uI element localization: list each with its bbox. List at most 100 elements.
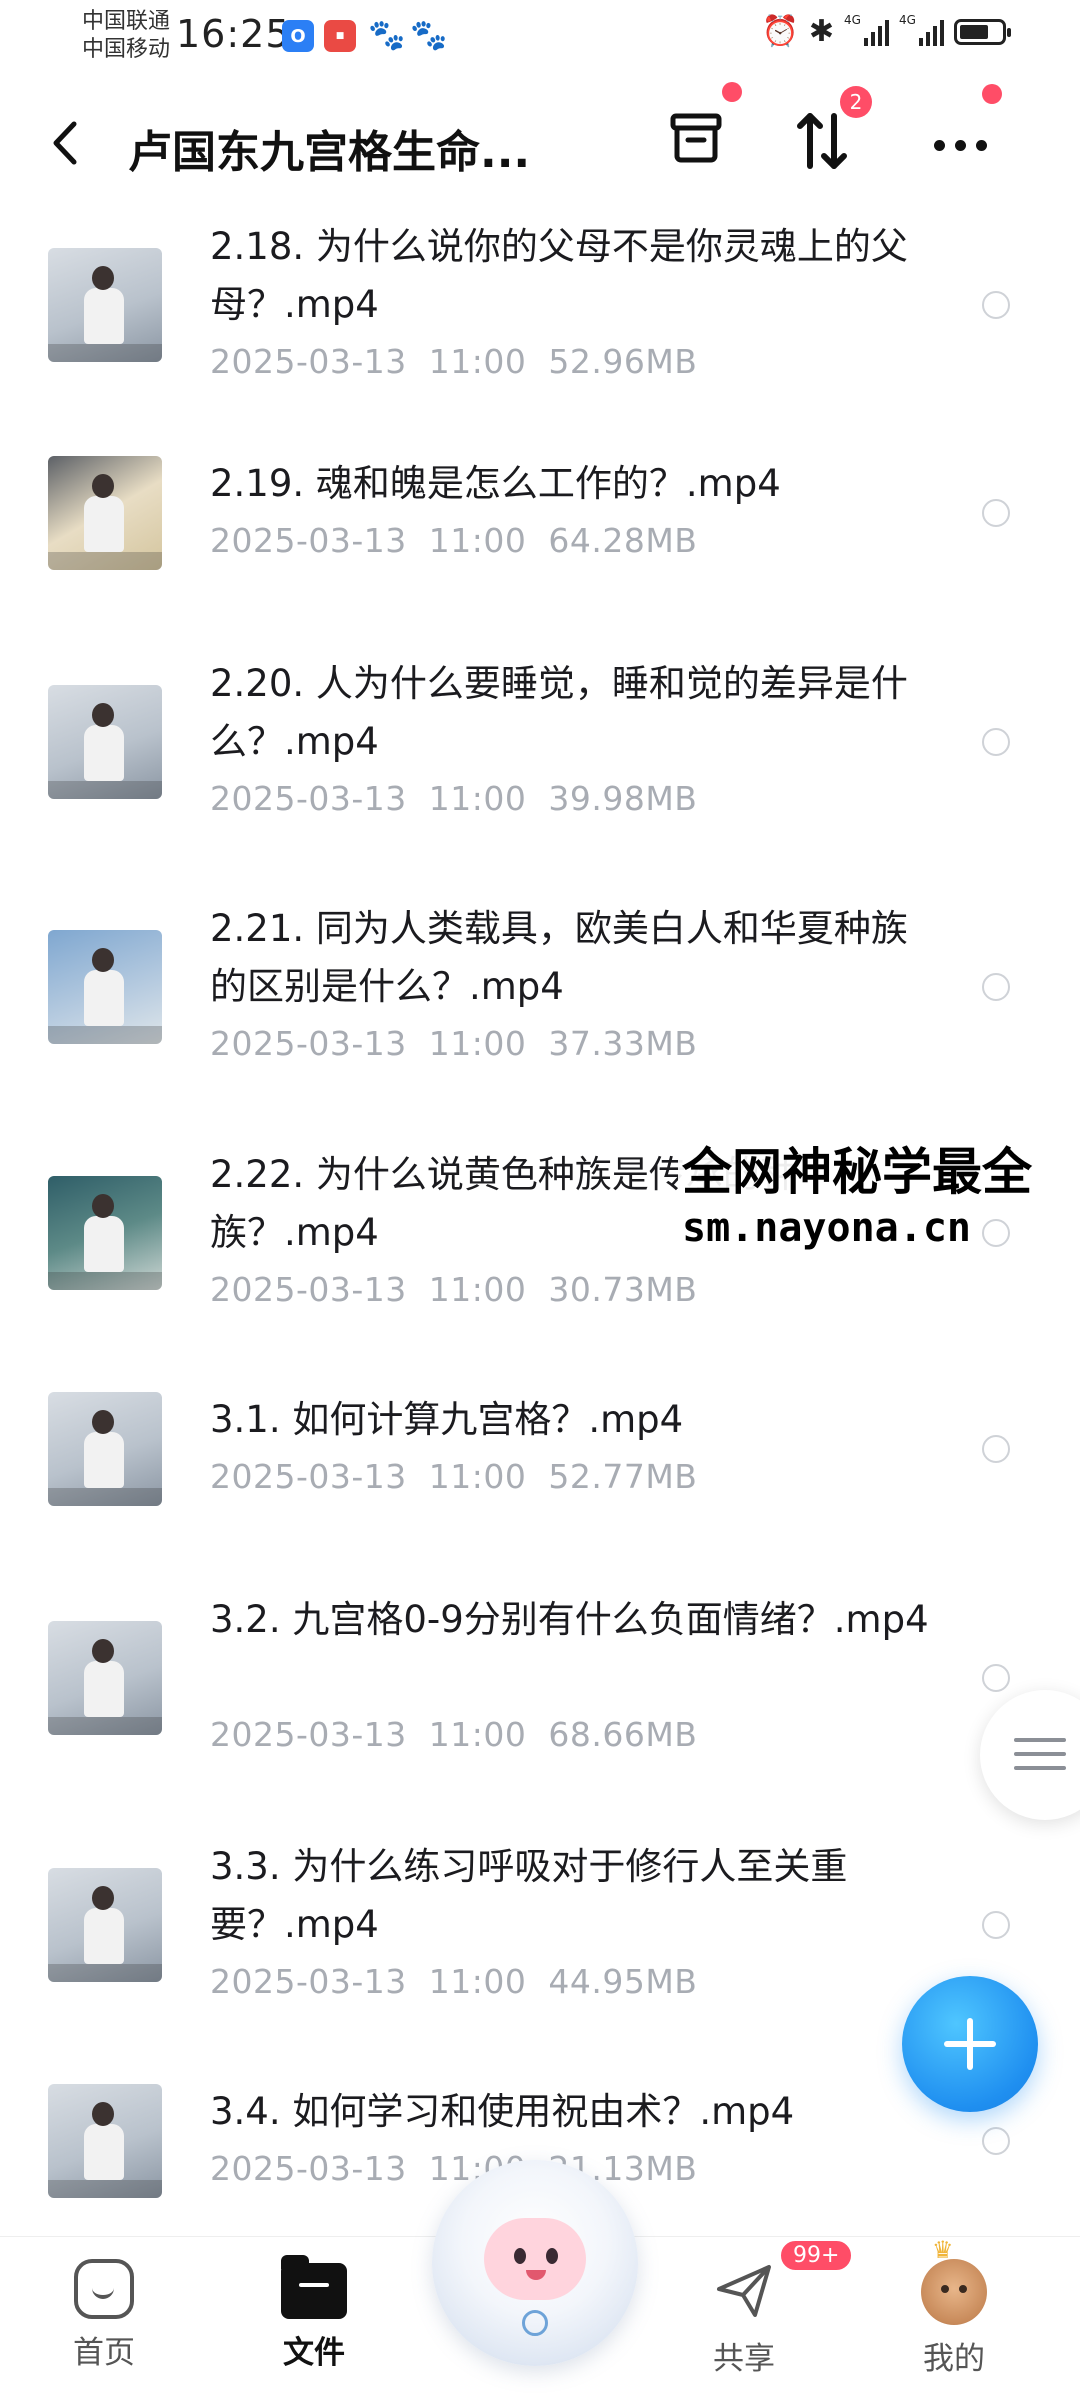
file-meta: 2025-03-13 11:00 30.73MB: [210, 1270, 697, 1309]
select-radio[interactable]: [982, 2127, 1010, 2155]
file-date: 2025-03-13: [210, 1270, 407, 1309]
paper-plane-icon: [717, 2265, 771, 2317]
baidu-paw-icon: 🐾: [368, 18, 406, 53]
file-time: 11:00: [428, 1270, 527, 1309]
bluetooth-icon: ✱: [808, 14, 834, 49]
nav-mine[interactable]: 我的: [884, 2259, 1024, 2378]
file-size: 52.77MB: [548, 1457, 698, 1496]
file-name: 2.19. 魂和魄是怎么工作的？.mp4: [210, 462, 781, 505]
file-size: 30.73MB: [548, 1270, 698, 1309]
page-title: 卢国东九宫格生命...: [128, 127, 531, 178]
archive-box-icon: [670, 113, 722, 163]
file-time: 11:00: [428, 1715, 527, 1754]
select-radio[interactable]: [982, 728, 1010, 756]
video-thumbnail: [48, 456, 162, 570]
file-date: 2025-03-13: [210, 2149, 407, 2188]
nav-home-label: 首页: [73, 2335, 135, 2371]
video-thumbnail: [48, 930, 162, 1044]
nav-share[interactable]: 共享: [674, 2259, 814, 2378]
select-radio[interactable]: [982, 1664, 1010, 1692]
file-time: 11:00: [428, 1024, 527, 1063]
file-name: 3.1. 如何计算九宫格？.mp4: [210, 1398, 684, 1441]
video-thumbnail: [48, 1621, 162, 1735]
assistant-mascot-button[interactable]: [432, 2160, 638, 2366]
signal-icon: 4G: [899, 14, 944, 46]
file-size: 64.28MB: [548, 521, 698, 560]
file-size: 44.95MB: [548, 1962, 698, 2001]
file-date: 2025-03-13: [210, 1457, 407, 1496]
notification-app-icon: ■: [324, 20, 356, 52]
more-dots-icon: [934, 140, 945, 151]
baidu-paw-icon: 🐾: [410, 18, 448, 53]
signal-icon: 4G: [844, 14, 889, 46]
crown-icon: ♛: [932, 2236, 954, 2264]
file-size: 39.98MB: [548, 779, 698, 818]
avatar: [921, 2259, 987, 2325]
video-thumbnail: [48, 1868, 162, 1982]
select-radio[interactable]: [982, 499, 1010, 527]
archive-button[interactable]: [668, 110, 724, 166]
notification-dot: [722, 82, 742, 102]
file-time: 11:00: [428, 342, 527, 381]
home-icon: [74, 2259, 134, 2319]
video-thumbnail: [48, 248, 162, 362]
file-time: 11:00: [428, 521, 527, 560]
select-radio[interactable]: [982, 291, 1010, 319]
chevron-left-icon: [53, 121, 77, 165]
carrier-2: 中国移动: [82, 37, 171, 62]
watermark-line-2: sm.nayona.cn: [678, 1202, 975, 1254]
carrier-1: 中国联通: [82, 9, 171, 34]
title-bar: 卢国东九宫格生命... 2: [0, 82, 1080, 198]
video-thumbnail: [48, 685, 162, 799]
file-size: 52.96MB: [548, 342, 698, 381]
nav-files[interactable]: 文件: [244, 2255, 384, 2372]
video-thumbnail: [48, 1392, 162, 1506]
carrier-names: 中国联通 中国移动: [82, 8, 170, 64]
share-count-badge: 99+: [778, 2238, 855, 2273]
file-name: 2.18. 为什么说你的父母不是你灵魂上的父母？.mp4: [210, 225, 908, 326]
nav-home[interactable]: 首页: [34, 2259, 174, 2372]
select-radio[interactable]: [982, 1911, 1010, 1939]
mascot-logo-icon: [522, 2310, 548, 2336]
file-meta: 2025-03-13 11:00 39.98MB: [210, 779, 697, 818]
file-name: 3.3. 为什么练习呼吸对于修行人至关重要？.mp4: [210, 1845, 848, 1946]
add-button[interactable]: [902, 1976, 1038, 2112]
mascot-face-icon: [484, 2218, 586, 2300]
select-radio[interactable]: [982, 973, 1010, 1001]
side-menu-handle[interactable]: [980, 1690, 1080, 1820]
file-meta: 2025-03-13 11:00 52.96MB: [210, 342, 697, 381]
nav-mine-label: 我的: [923, 2341, 985, 2377]
nav-files-label: 文件: [283, 2335, 345, 2371]
file-name: 2.21. 同为人类载具，欧美白人和华夏种族的区别是什么？.mp4: [210, 907, 908, 1008]
watermark-line-1: 全网神秘学最全: [678, 1140, 1036, 1204]
select-radio[interactable]: [982, 1435, 1010, 1463]
select-radio[interactable]: [982, 1219, 1010, 1247]
file-time: 11:00: [428, 1962, 527, 2001]
file-date: 2025-03-13: [210, 521, 407, 560]
file-size: 37.33MB: [548, 1024, 698, 1063]
back-button[interactable]: [50, 118, 80, 176]
transfer-arrows-icon: [797, 113, 847, 169]
more-button[interactable]: [934, 140, 987, 151]
file-meta: 2025-03-13 11:00 52.77MB: [210, 1457, 697, 1496]
file-name: 3.4. 如何学习和使用祝由术？.mp4: [210, 2090, 795, 2133]
file-date: 2025-03-13: [210, 1024, 407, 1063]
file-meta: 2025-03-13 11:00 37.33MB: [210, 1024, 697, 1063]
file-name: 2.20. 人为什么要睡觉，睡和觉的差异是什么？.mp4: [210, 662, 908, 763]
status-icons: ⏰ ✱ 4G 4G: [762, 14, 1011, 49]
transfer-count-badge: 2: [840, 86, 872, 118]
folder-icon: [281, 2255, 347, 2319]
file-date: 2025-03-13: [210, 1962, 407, 2001]
file-meta: 2025-03-13 11:00 21.13MB: [210, 2149, 697, 2188]
transfer-button[interactable]: [796, 110, 848, 172]
file-name: 3.2. 九宫格0-9分别有什么负面情绪？.mp4: [210, 1598, 929, 1641]
battery-icon: [954, 18, 1011, 45]
notification-dot: [982, 84, 1002, 104]
nav-share-label: 共享: [713, 2341, 775, 2377]
file-meta: 2025-03-13 11:00 44.95MB: [210, 1962, 697, 2001]
status-bar: 中国联通 中国移动 16:25 O ■ 🐾 🐾 ⏰ ✱ 4G 4G: [0, 0, 1080, 72]
file-date: 2025-03-13: [210, 1715, 407, 1754]
file-date: 2025-03-13: [210, 342, 407, 381]
notification-app-icon: O: [282, 20, 314, 52]
file-time: 11:00: [428, 1457, 527, 1496]
